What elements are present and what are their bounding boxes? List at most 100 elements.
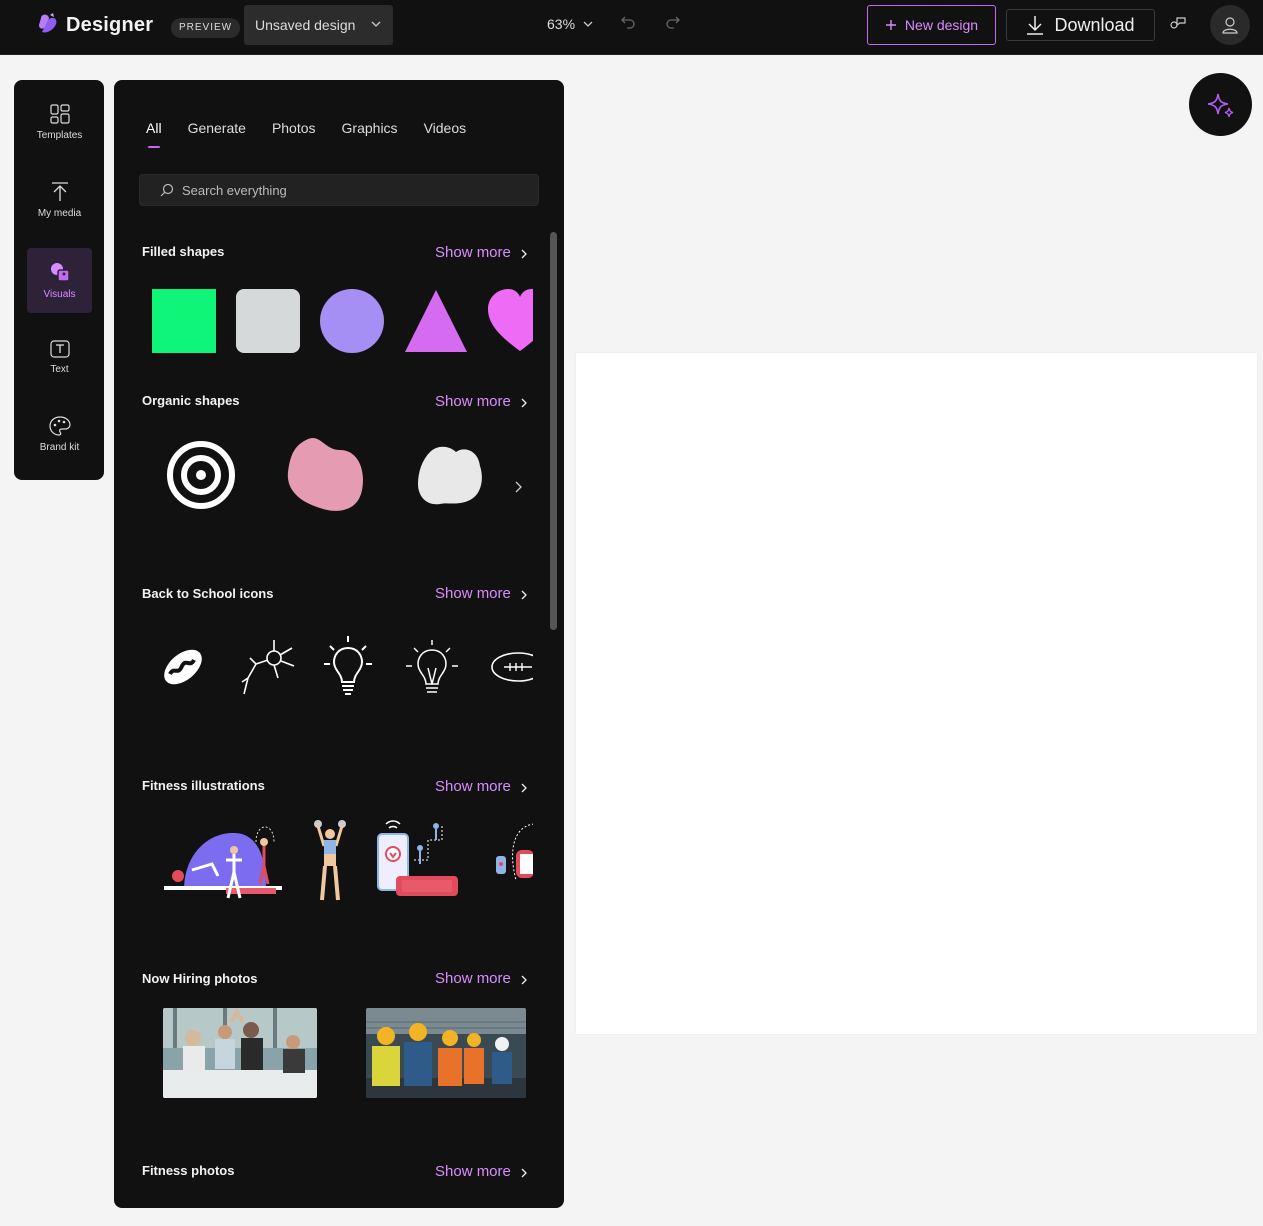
search-box	[139, 174, 539, 206]
rail-item-my-media[interactable]: My media	[27, 168, 92, 233]
designer-logo-icon	[39, 13, 57, 33]
download-button[interactable]: Download	[1006, 9, 1155, 41]
shape-triangle[interactable]	[404, 289, 468, 353]
new-design-button[interactable]: New design	[867, 5, 996, 45]
section-title-fitness-photos: Fitness photos	[142, 1163, 235, 1178]
show-more-label: Show more	[435, 778, 511, 795]
fitness-illustrations-row	[152, 820, 533, 904]
section-title-organic-shapes: Organic shapes	[142, 393, 240, 408]
preview-badge: PREVIEW	[171, 18, 241, 38]
show-more-organic-shapes[interactable]: Show more	[435, 393, 527, 410]
zoom-level: 63%	[547, 16, 576, 32]
show-more-fitness-illustrations[interactable]: Show more	[435, 778, 527, 795]
templates-icon	[49, 104, 70, 124]
show-more-label: Show more	[435, 1163, 511, 1180]
shape-concentric-circles[interactable]	[166, 440, 236, 510]
search-icon	[160, 183, 174, 197]
football-icon[interactable]	[490, 650, 533, 684]
upload-icon	[51, 182, 68, 201]
rail-item-templates[interactable]: Templates	[27, 90, 92, 155]
rail-item-label: Text	[50, 364, 69, 375]
neuron-icon[interactable]	[240, 638, 296, 698]
office-team-photo[interactable]	[163, 1008, 317, 1098]
text-icon	[49, 340, 70, 358]
chevron-down-icon	[371, 21, 381, 27]
rail-item-visuals[interactable]: Visuals	[27, 248, 92, 313]
rail-item-label: My media	[37, 208, 82, 219]
top-bar: Designer PREVIEW Unsaved design 63% New …	[0, 0, 1263, 55]
chevron-right-icon	[521, 590, 527, 600]
tab-videos[interactable]: Videos	[424, 120, 467, 148]
show-more-label: Show more	[435, 585, 511, 602]
rail-item-label: Brand kit	[39, 442, 80, 453]
new-design-label: New design	[904, 17, 979, 33]
show-more-label: Show more	[435, 393, 511, 410]
user-icon	[1222, 17, 1238, 34]
tab-photos[interactable]: Photos	[272, 120, 316, 148]
chevron-right-icon	[521, 783, 527, 793]
shape-circle[interactable]	[320, 289, 384, 353]
fitness-app-illustration[interactable]	[376, 820, 464, 902]
search-input[interactable]	[182, 182, 502, 198]
left-rail: Templates My media Visuals Text Brand ki…	[14, 80, 104, 480]
shape-white-blob[interactable]	[416, 444, 484, 506]
download-label: Download	[1054, 14, 1135, 35]
tab-generate[interactable]: Generate	[188, 120, 246, 148]
design-canvas[interactable]	[576, 353, 1257, 1034]
sparkle-icon	[1207, 93, 1233, 117]
section-title-back-to-school: Back to School icons	[142, 586, 274, 601]
show-more-filled-shapes[interactable]: Show more	[435, 244, 527, 261]
show-more-back-to-school[interactable]: Show more	[435, 585, 527, 602]
filled-shapes-row	[152, 289, 533, 355]
shape-rounded-square[interactable]	[236, 289, 300, 353]
lightbulb-sketch-icon[interactable]	[404, 638, 460, 700]
rail-item-text[interactable]: Text	[27, 325, 92, 390]
user-avatar-button[interactable]	[1210, 5, 1250, 45]
download-icon	[1027, 16, 1044, 35]
palette-icon	[48, 416, 71, 436]
lightbulb-icon[interactable]	[322, 634, 374, 700]
share-icon[interactable]	[1169, 14, 1187, 32]
section-title-filled-shapes: Filled shapes	[142, 244, 225, 259]
visuals-panel: All Generate Photos Graphics Videos Fill…	[114, 80, 564, 1208]
show-more-label: Show more	[435, 244, 511, 261]
plus-icon	[885, 20, 896, 30]
woman-dumbbells-illustration[interactable]	[312, 820, 348, 902]
tab-graphics[interactable]: Graphics	[342, 120, 398, 148]
organic-shapes-row	[152, 436, 533, 516]
chevron-right-icon	[521, 1168, 527, 1178]
chevron-right-icon	[521, 398, 527, 408]
rail-item-label: Visuals	[43, 289, 76, 300]
chevron-right-icon	[521, 249, 527, 259]
tab-all[interactable]: All	[146, 120, 162, 148]
app-name: Designer	[66, 13, 154, 36]
chevron-down-icon	[583, 21, 593, 27]
redo-icon[interactable]	[665, 14, 681, 30]
fitness-group-illustration[interactable]	[164, 820, 282, 902]
panel-tabs: All Generate Photos Graphics Videos	[146, 120, 466, 148]
section-title-now-hiring: Now Hiring photos	[142, 971, 258, 986]
rail-item-label: Templates	[36, 130, 83, 141]
shape-pink-blob[interactable]	[286, 436, 366, 514]
zoom-dropdown[interactable]: 63%	[547, 16, 593, 32]
app-logo[interactable]: Designer	[36, 12, 153, 38]
mitochondria-icon[interactable]	[158, 642, 208, 692]
smartwatch-illustration[interactable]	[494, 820, 533, 902]
undo-icon[interactable]	[620, 14, 636, 30]
shape-heart[interactable]	[488, 289, 533, 353]
show-more-label: Show more	[435, 970, 511, 987]
industrial-workers-photo[interactable]	[366, 1008, 526, 1098]
scroll-right-arrow[interactable]	[515, 481, 523, 493]
panel-scrollbar[interactable]	[550, 232, 557, 630]
visuals-icon	[50, 263, 70, 282]
back-to-school-row	[152, 632, 533, 704]
shape-square[interactable]	[152, 289, 216, 353]
section-title-fitness-illustrations: Fitness illustrations	[142, 778, 265, 793]
copilot-button[interactable]	[1189, 73, 1252, 136]
show-more-now-hiring[interactable]: Show more	[435, 970, 527, 987]
chevron-right-icon	[521, 975, 527, 985]
design-name-dropdown[interactable]: Unsaved design	[244, 5, 393, 45]
show-more-fitness-photos[interactable]: Show more	[435, 1163, 527, 1180]
rail-item-brand-kit[interactable]: Brand kit	[27, 402, 92, 467]
design-name-label: Unsaved design	[255, 17, 356, 33]
